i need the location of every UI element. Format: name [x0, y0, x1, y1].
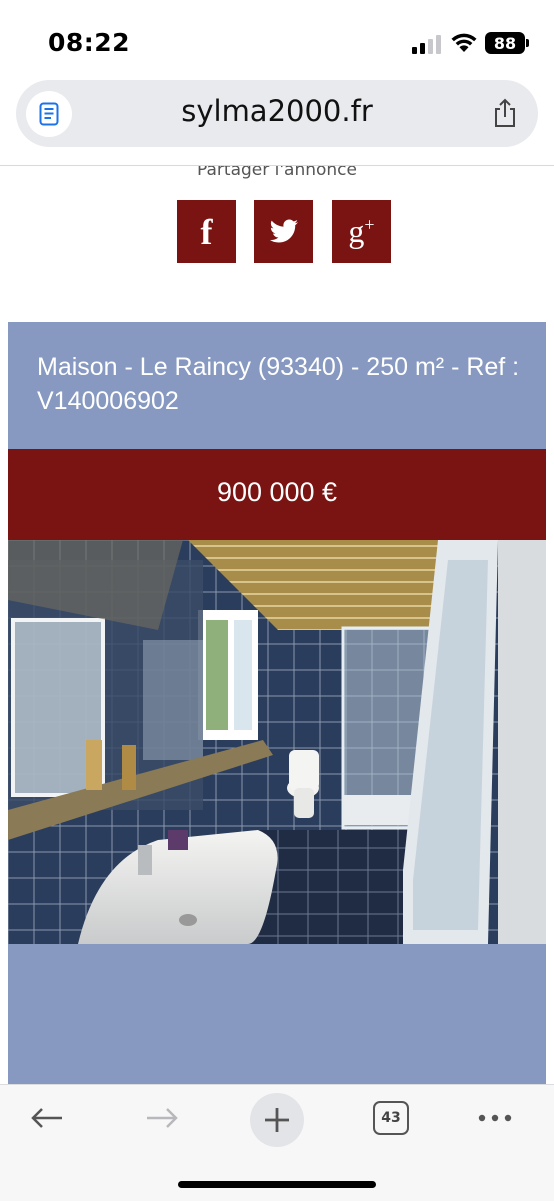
address-bar[interactable]: sylma2000.fr	[16, 80, 538, 147]
google-plus-icon: g+	[348, 213, 375, 249]
twitter-icon	[269, 219, 298, 243]
listing-price: 900 000 €	[216, 477, 338, 507]
bathroom-photo[interactable]	[8, 540, 546, 944]
plus-icon	[265, 1108, 289, 1132]
twitter-share-button[interactable]	[254, 200, 313, 263]
share-label: Partager l'annonce	[197, 166, 357, 180]
back-arrow-icon	[31, 1108, 62, 1128]
battery-icon: 88	[485, 32, 529, 54]
tabs-button[interactable]: 43	[366, 1095, 416, 1141]
home-indicator	[178, 1181, 376, 1188]
wifi-icon	[451, 33, 477, 52]
back-button[interactable]	[22, 1095, 72, 1141]
cellular-signal-icon	[412, 34, 442, 54]
more-button[interactable]	[470, 1095, 520, 1141]
price-bar: 900 000 €	[8, 449, 546, 540]
status-time: 08:22	[48, 28, 131, 57]
listing-title: Maison - Le Raincy (93340) - 250 m² - Re…	[37, 353, 520, 415]
google-plus-share-button[interactable]: g+	[332, 200, 391, 263]
more-icon	[478, 1114, 512, 1122]
content-panel	[8, 944, 546, 1084]
listing-header: Maison - Le Raincy (93340) - 250 m² - Re…	[8, 322, 546, 449]
tabs-icon: 43	[373, 1101, 409, 1135]
facebook-share-button[interactable]: f	[177, 200, 236, 263]
status-bar: 08:22 88	[0, 0, 554, 80]
url-text[interactable]: sylma2000.fr	[16, 94, 538, 128]
facebook-icon: f	[200, 211, 213, 252]
web-page: Partager l'annonce f g+ Maison - Le Rain…	[0, 166, 554, 1084]
share-icon	[495, 98, 515, 127]
new-tab-button[interactable]	[250, 1093, 304, 1147]
forward-button[interactable]	[137, 1095, 187, 1141]
share-button[interactable]	[488, 96, 522, 130]
browser-toolbar: 43	[0, 1084, 554, 1201]
forward-arrow-icon	[147, 1108, 178, 1128]
